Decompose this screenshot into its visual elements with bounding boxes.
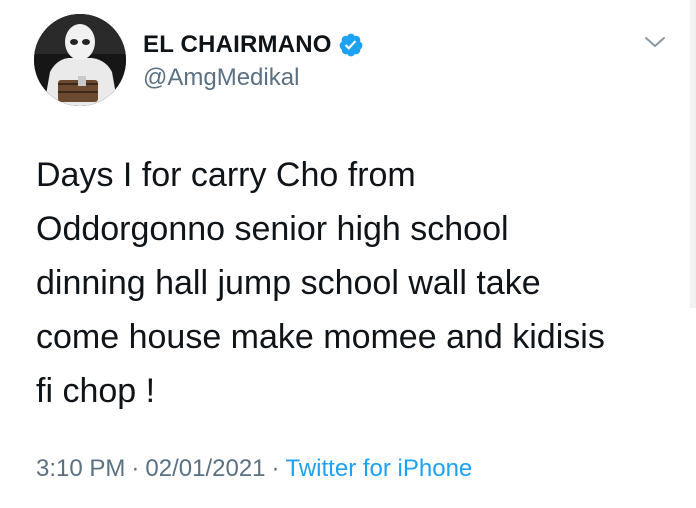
scrollbar-track: [690, 0, 696, 308]
tweet-text: Days I for carry Cho from Oddorgonno sen…: [36, 156, 605, 410]
verified-badge-icon: [338, 32, 364, 58]
author-name-row[interactable]: EL CHAIRMANO: [143, 28, 364, 62]
tweet-meta: 3:10 PM · 02/01/2021 · Twitter for iPhon…: [36, 455, 472, 483]
tweet-time[interactable]: 3:10 PM: [36, 455, 125, 483]
tweet-source-link[interactable]: Twitter for iPhone: [286, 455, 473, 483]
tweet-date[interactable]: 02/01/2021: [145, 455, 265, 483]
meta-separator: ·: [271, 455, 280, 482]
meta-separator: ·: [131, 455, 140, 482]
tweet-card: EL CHAIRMANO @AmgMedikal Days I for carr…: [0, 0, 696, 508]
author-handle[interactable]: @AmgMedikal: [143, 64, 299, 92]
chevron-down-icon[interactable]: [640, 30, 670, 54]
avatar[interactable]: [34, 14, 126, 106]
display-name[interactable]: EL CHAIRMANO: [143, 31, 332, 59]
